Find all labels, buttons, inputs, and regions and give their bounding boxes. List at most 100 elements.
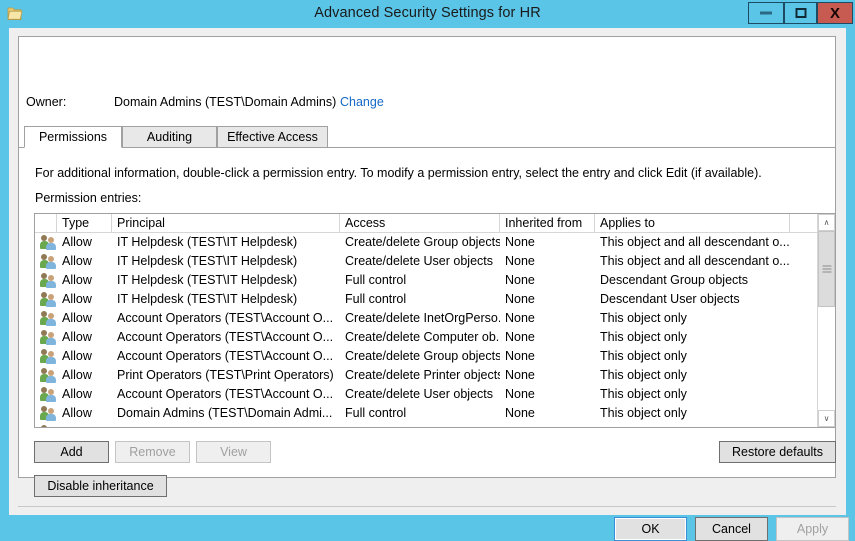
table-row[interactable]: Allow IT Helpdesk (TEST\IT Helpdesk) Creat… [35, 252, 819, 271]
table-row[interactable]: Allow Account Operators (TEST\Account O..… [35, 309, 819, 328]
client-area: Owner: Domain Admins (TEST\Domain Admins… [9, 28, 849, 541]
row-cell-inherited-from: None [505, 349, 535, 363]
row-cell-principal: IT Helpdesk (TEST\IT Helpdesk) [117, 254, 298, 268]
row-cell-principal: Print Operators (TEST\Print Operators) [117, 368, 334, 382]
row-cell-applies-to: This object only [600, 368, 687, 382]
scrollbar-thumb[interactable] [818, 231, 835, 307]
cancel-button[interactable]: Cancel [695, 517, 768, 541]
list-vertical-scrollbar[interactable]: ∧ ∨ [817, 214, 835, 427]
row-cell-type: Allow [62, 330, 92, 344]
cancel-button-label: Cancel [712, 522, 751, 536]
table-row[interactable]: Allow IT Helpdesk (TEST\IT Helpdesk) Creat… [35, 233, 819, 252]
row-cell-inherited-from: None [505, 311, 535, 325]
close-button[interactable]: X [817, 2, 853, 24]
column-header-type[interactable]: Type [57, 214, 112, 232]
tab-auditing[interactable]: Auditing [122, 126, 217, 148]
title-bar: Advanced Security Settings for HR X [0, 0, 855, 28]
owner-value: Domain Admins (TEST\Domain Admins) [114, 95, 337, 109]
row-cell-applies-to [600, 423, 815, 427]
minimize-button[interactable] [748, 2, 784, 24]
row-icon-cell [37, 385, 57, 404]
disable-inheritance-button[interactable]: Disable inheritance [34, 475, 167, 497]
row-cell-inherited-from [505, 423, 595, 427]
user-group-icon [40, 425, 56, 427]
close-icon: X [829, 4, 840, 22]
view-button: View [196, 441, 271, 463]
column-header-icon[interactable] [35, 214, 57, 232]
scroll-down-button[interactable]: ∨ [818, 410, 835, 427]
table-row[interactable]: Allow Domain Admins (TEST\Domain Admi... F… [35, 404, 819, 423]
restore-defaults-button[interactable]: Restore defaults [719, 441, 836, 463]
scrollbar-track[interactable] [818, 231, 835, 410]
row-cell-applies-to: Descendant User objects [600, 292, 740, 306]
footer-separator [18, 506, 836, 507]
row-icon-cell [37, 271, 57, 290]
table-row[interactable]: Allow Account Operators (TEST\Account O..… [35, 328, 819, 347]
change-owner-link[interactable]: Change [340, 95, 384, 109]
row-cell-inherited-from: None [505, 292, 535, 306]
user-group-icon [40, 330, 56, 345]
column-header-access[interactable]: Access [340, 214, 500, 232]
row-cell-principal: IT Helpdesk (TEST\IT Helpdesk) [117, 273, 298, 287]
user-group-icon [40, 349, 56, 364]
tab-permissions[interactable]: Permissions [24, 126, 122, 148]
remove-button: Remove [115, 441, 190, 463]
row-cell-applies-to: This object only [600, 349, 687, 363]
row-cell-principal: Account Operators (TEST\Account O... [117, 349, 334, 363]
maximize-button[interactable] [784, 2, 817, 24]
table-row[interactable]: Allow Account Operators (TEST\Account O..… [35, 385, 819, 404]
row-cell-principal: Account Operators (TEST\Account O... [117, 311, 334, 325]
row-cell-access: Full control [345, 292, 407, 306]
row-icon-cell [37, 233, 57, 252]
row-cell-principal: Account Operators (TEST\Account O... [117, 387, 334, 401]
table-row[interactable]: Allow IT Helpdesk (TEST\IT Helpdesk) Full … [35, 290, 819, 309]
add-button-label: Add [60, 445, 83, 459]
row-cell-type: Allow [62, 254, 92, 268]
row-icon-cell [37, 423, 57, 427]
row-cell-inherited-from: None [505, 235, 535, 249]
row-cell-type: Allow [62, 292, 92, 306]
remove-button-label: Remove [129, 445, 176, 459]
row-cell-applies-to: Descendant Group objects [600, 273, 749, 287]
row-cell-access: Create/delete Printer objects [345, 368, 500, 382]
table-row[interactable] [35, 423, 819, 427]
apply-button: Apply [776, 517, 849, 541]
user-group-icon [40, 292, 56, 307]
apply-button-label: Apply [796, 522, 829, 536]
column-header-principal[interactable]: Principal [112, 214, 340, 232]
window-title: Advanced Security Settings for HR [314, 5, 541, 21]
maximize-icon [795, 8, 806, 18]
tab-auditing-label: Auditing [146, 130, 193, 144]
row-cell-access: Create/delete User objects [345, 387, 493, 401]
disable-inheritance-button-label: Disable inheritance [47, 479, 154, 493]
row-cell-principal: IT Helpdesk (TEST\IT Helpdesk) [117, 235, 298, 249]
row-cell-type: Allow [62, 387, 92, 401]
minimize-icon [760, 11, 772, 15]
ok-button[interactable]: OK [614, 517, 687, 541]
row-cell-inherited-from: None [505, 254, 535, 268]
table-row[interactable]: Allow IT Helpdesk (TEST\IT Helpdesk) Full … [35, 271, 819, 290]
row-cell-access: Create/delete Group objects [345, 235, 500, 249]
row-cell-access: Create/delete Computer ob... [345, 330, 500, 344]
user-group-icon [40, 311, 56, 326]
scroll-up-button[interactable]: ∧ [818, 214, 835, 231]
add-button[interactable]: Add [34, 441, 109, 463]
tab-effective-access[interactable]: Effective Access [217, 126, 328, 148]
user-group-icon [40, 387, 56, 402]
column-header-inherited-from[interactable]: Inherited from [500, 214, 595, 232]
column-header-applies-to[interactable]: Applies to [595, 214, 790, 232]
row-cell-access: Create/delete Group objects [345, 349, 500, 363]
row-icon-cell [37, 290, 57, 309]
tab-effective-access-label: Effective Access [227, 130, 318, 144]
row-cell-principal: IT Helpdesk (TEST\IT Helpdesk) [117, 292, 298, 306]
table-header-row: Type Principal Access Inherited from App… [35, 214, 835, 233]
permission-entries-list: Type Principal Access Inherited from App… [34, 213, 836, 428]
row-cell-inherited-from: None [505, 406, 535, 420]
row-cell-type: Allow [62, 368, 92, 382]
row-cell-applies-to: This object and all descendant o... [600, 254, 790, 268]
table-row[interactable]: Allow Print Operators (TEST\Print Operato… [35, 366, 819, 385]
row-cell-inherited-from: None [505, 330, 535, 344]
row-cell-applies-to: This object only [600, 406, 687, 420]
row-cell-applies-to: This object only [600, 311, 687, 325]
table-row[interactable]: Allow Account Operators (TEST\Account O..… [35, 347, 819, 366]
